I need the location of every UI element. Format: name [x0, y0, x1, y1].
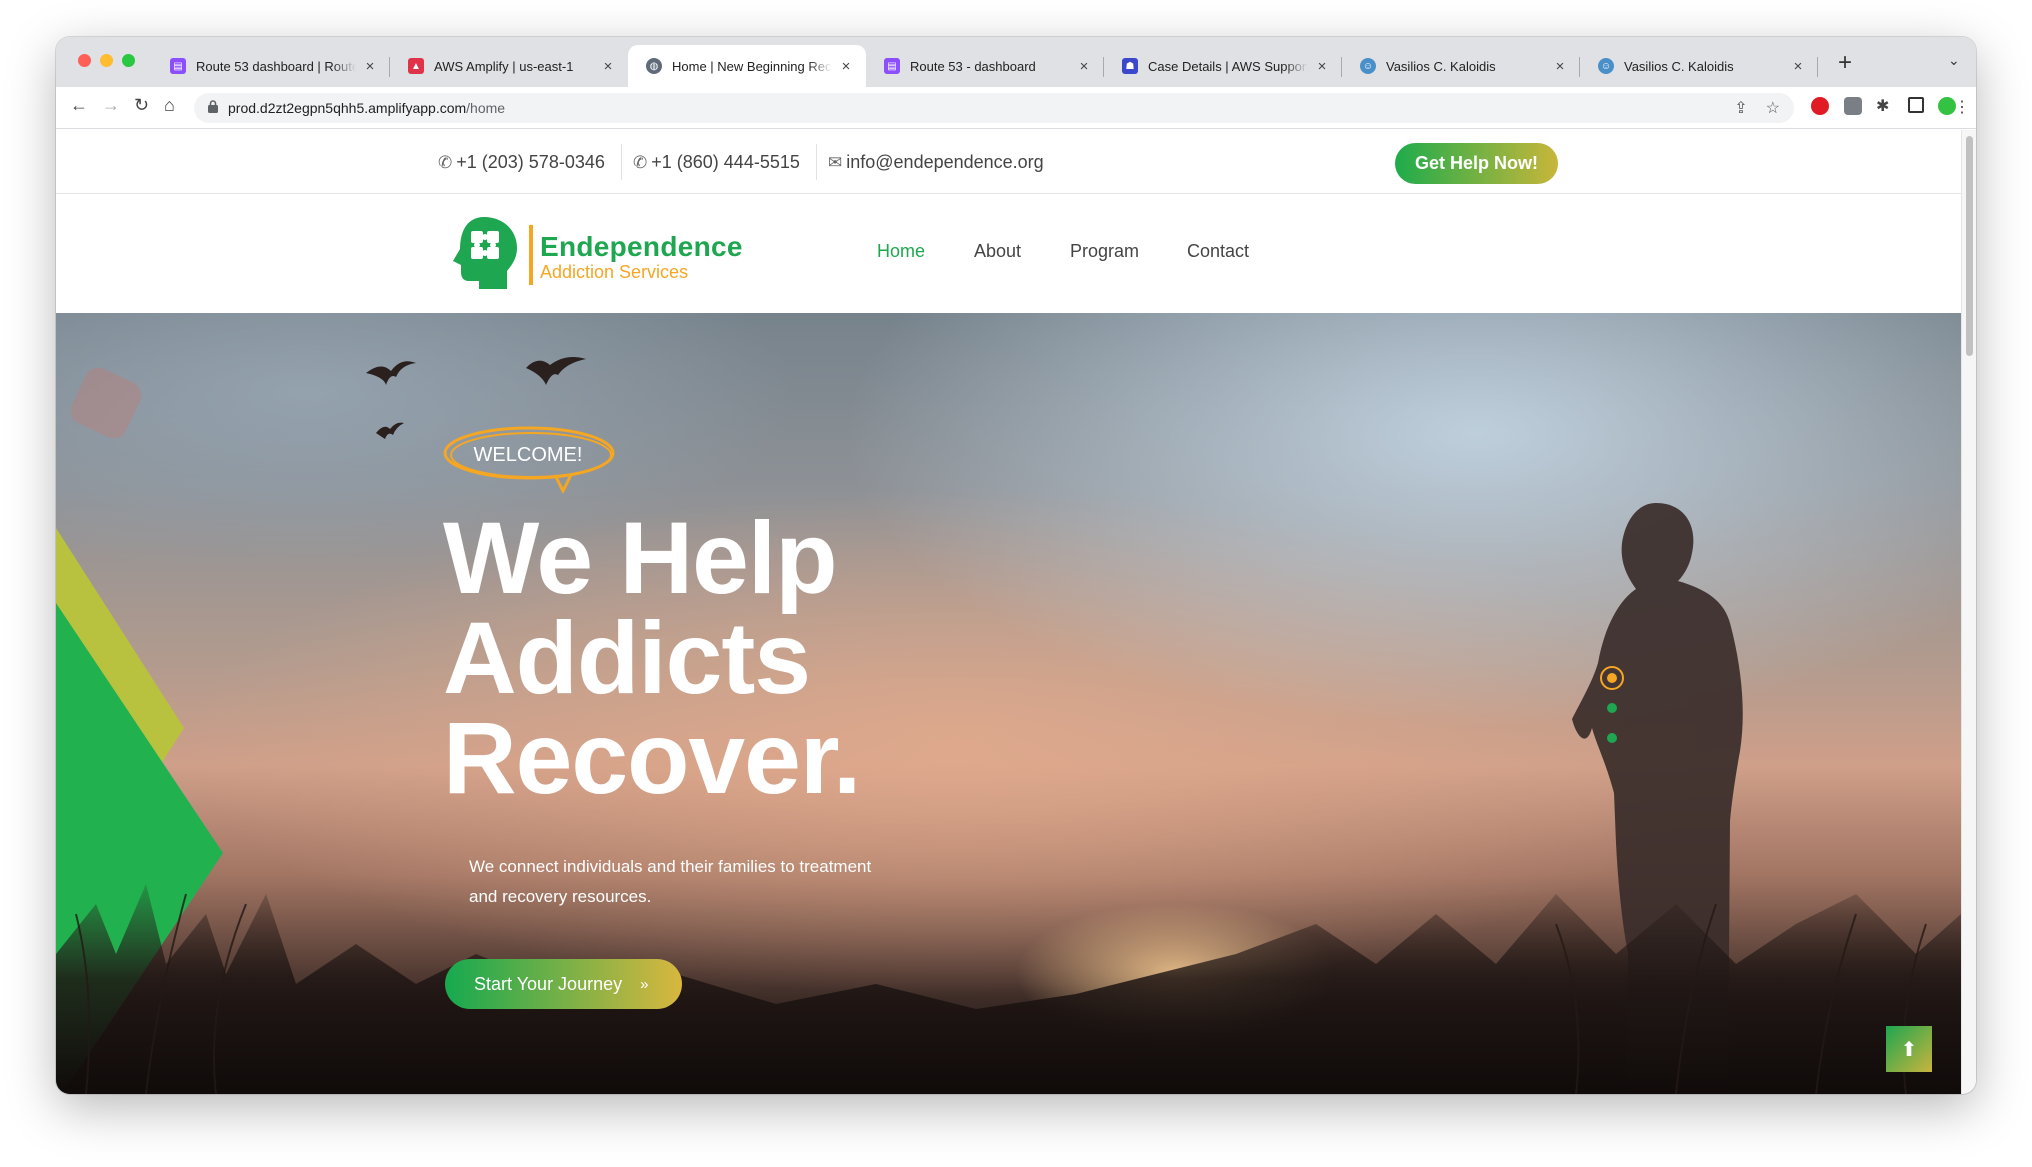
nav-about[interactable]: About: [974, 241, 1021, 262]
get-help-button[interactable]: Get Help Now!: [1395, 143, 1558, 184]
route53-icon: ▤: [884, 58, 900, 74]
logo-name[interactable]: Endependence: [540, 231, 743, 263]
people-icon: ☺: [1598, 58, 1614, 74]
mail-icon: ✉: [828, 152, 843, 172]
route53-icon: ▤: [170, 58, 186, 74]
headline-line-2: Addicts: [443, 601, 811, 715]
slider-dot-2[interactable]: [1607, 703, 1617, 713]
start-journey-label: Start Your Journey: [474, 973, 623, 994]
amplify-icon: ▲: [408, 58, 424, 74]
arrow-up-icon: ⬆: [1900, 1038, 1918, 1061]
tab-title: Route 53 dashboard | Route 53: [196, 58, 356, 74]
scroll-to-top-button[interactable]: ⬆: [1886, 1026, 1932, 1072]
close-window-button[interactable]: [78, 54, 91, 67]
close-tab-icon[interactable]: ×: [1552, 58, 1568, 75]
logo-head-puzzle-icon[interactable]: [449, 215, 519, 293]
url-text: prod.d2zt2egpn5qhh5.amplifyapp.com/home: [228, 100, 506, 116]
close-tab-icon[interactable]: ×: [1076, 58, 1092, 75]
webpage: ✆ +1 (203) 578-0346 ✆ +1 (860) 444-5515 …: [56, 130, 1961, 1094]
share-icon[interactable]: ⇪: [1734, 98, 1747, 118]
support-icon: ☗: [1122, 58, 1138, 74]
browser-tab[interactable]: ☺ Vasilios C. Kaloidis ×: [1342, 45, 1580, 87]
slider-dot-3[interactable]: [1607, 733, 1617, 743]
grass-silhouette-image: [56, 884, 1961, 1094]
site-header: Endependence Addiction Services Home Abo…: [56, 195, 1961, 313]
minimize-window-button[interactable]: [100, 54, 113, 67]
bookmark-star-icon[interactable]: ☆: [1766, 98, 1780, 118]
phone-1-link[interactable]: ✆ +1 (203) 578-0346: [438, 152, 605, 173]
hero-headline: We Help Addicts Recover.: [443, 501, 861, 815]
scrollbar-thumb[interactable]: [1966, 136, 1973, 356]
start-journey-button[interactable]: Start Your Journey »: [445, 959, 682, 1009]
tab-title: Route 53 - dashboard: [910, 58, 1036, 74]
people-icon: ☺: [1360, 58, 1376, 74]
browser-menu-icon[interactable]: ⋮: [1954, 97, 1970, 117]
close-tab-icon[interactable]: ×: [362, 58, 378, 75]
browser-tab[interactable]: ☺ Vasilios C. Kaloidis ×: [1580, 45, 1818, 87]
home-icon[interactable]: ⌂: [164, 95, 175, 116]
email-text: info@endependence.org: [846, 152, 1044, 172]
zoom-window-button[interactable]: [122, 54, 135, 67]
window-controls: [78, 54, 135, 67]
welcome-label: WELCOME!: [473, 444, 583, 466]
tab-title: Vasilios C. Kaloidis: [1386, 58, 1496, 74]
extension-icon[interactable]: [1844, 97, 1862, 115]
email-link[interactable]: ✉ info@endependence.org: [828, 152, 1044, 173]
phone-icon: ✆: [633, 152, 648, 172]
close-tab-icon[interactable]: ×: [1790, 58, 1806, 75]
tab-title: Case Details | AWS Support Center: [1148, 58, 1308, 74]
close-tab-icon[interactable]: ×: [1314, 58, 1330, 75]
browser-tab[interactable]: ☗ Case Details | AWS Support Center ×: [1104, 45, 1342, 87]
hero-slider: WELCOME! We Help Addicts Recover. We con…: [56, 313, 1961, 1094]
side-panel-icon[interactable]: [1908, 97, 1924, 113]
back-icon[interactable]: ←: [70, 95, 88, 116]
logo-divider: [529, 225, 533, 285]
forward-icon[interactable]: →: [102, 95, 120, 116]
page-scrollbar[interactable]: [1961, 130, 1976, 1094]
puzzle-extensions-icon[interactable]: ✱: [1876, 96, 1889, 116]
address-bar[interactable]: prod.d2zt2egpn5qhh5.amplifyapp.com/home …: [194, 93, 1794, 123]
tab-title: Vasilios C. Kaloidis: [1624, 58, 1734, 74]
nav-home[interactable]: Home: [877, 241, 925, 262]
tab-title: AWS Amplify | us-east-1: [434, 58, 574, 74]
browser-window: ▤ Route 53 dashboard | Route 53 × ▲ AWS …: [56, 37, 1976, 1094]
close-tab-icon[interactable]: ×: [600, 58, 616, 75]
contact-bar: ✆ +1 (203) 578-0346 ✆ +1 (860) 444-5515 …: [56, 130, 1961, 194]
browser-toolbar: ← → ↻ ⌂ prod.d2zt2egpn5qhh5.amplifyapp.c…: [56, 87, 1976, 129]
tab-strip: ▤ Route 53 dashboard | Route 53 × ▲ AWS …: [56, 37, 1976, 87]
browser-tab[interactable]: ▤ Route 53 - dashboard ×: [866, 45, 1104, 87]
close-tab-icon[interactable]: ×: [838, 58, 854, 75]
opera-extension-icon[interactable]: [1811, 97, 1829, 115]
double-chevron-right-icon: »: [640, 975, 649, 993]
headline-line-1: We Help: [443, 501, 838, 615]
decor-hexagon: [66, 363, 146, 443]
headline-line-3: Recover.: [443, 701, 861, 815]
phone-2-text: +1 (860) 444-5515: [651, 152, 800, 172]
tab-title: Home | New Beginning Recovery: [672, 58, 832, 74]
browser-tab[interactable]: ▲ AWS Amplify | us-east-1 ×: [390, 45, 628, 87]
lock-icon: [208, 100, 218, 113]
nav-program[interactable]: Program: [1070, 241, 1139, 262]
nav-contact[interactable]: Contact: [1187, 241, 1249, 262]
browser-tab-active[interactable]: ◍ Home | New Beginning Recovery ×: [628, 45, 866, 87]
phone-1-text: +1 (203) 578-0346: [456, 152, 605, 172]
reload-icon[interactable]: ↻: [134, 95, 149, 116]
hero-subtext: We connect individuals and their familie…: [469, 857, 872, 906]
tab-search-icon[interactable]: ⌄: [1948, 52, 1960, 69]
browser-tab[interactable]: ▤ Route 53 dashboard | Route 53 ×: [152, 45, 390, 87]
new-tab-icon[interactable]: +: [1838, 49, 1852, 77]
phone-icon: ✆: [438, 152, 453, 172]
globe-icon: ◍: [646, 58, 662, 74]
logo-tagline: Addiction Services: [540, 262, 689, 282]
phone-2-link[interactable]: ✆ +1 (860) 444-5515: [633, 152, 800, 173]
